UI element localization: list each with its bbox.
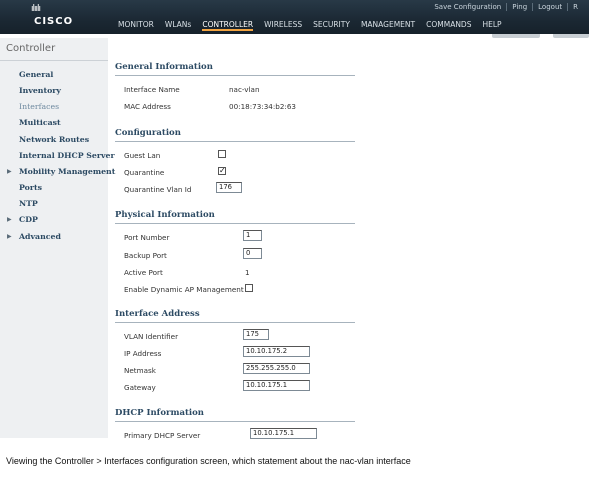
nav-wireless[interactable]: WIRELESS bbox=[264, 20, 302, 31]
backup-port-input[interactable]: 0 bbox=[243, 248, 262, 259]
configuration-heading: Configuration bbox=[115, 128, 181, 138]
logout-link[interactable]: Logout bbox=[532, 3, 567, 11]
sidebar-divider bbox=[0, 60, 108, 61]
sidebar-item-advanced[interactable]: Advanced bbox=[19, 232, 61, 241]
nav-wlans[interactable]: WLANs bbox=[165, 20, 191, 31]
mac-address-value: 00:18:73:34:b2:63 bbox=[229, 102, 296, 111]
expand-arrow-icon[interactable]: ▶ bbox=[7, 233, 12, 240]
nav-commands[interactable]: COMMANDS bbox=[426, 20, 471, 31]
sidebar-item-internal-dhcp-server[interactable]: Internal DHCP Server bbox=[19, 151, 115, 160]
interface-name-value: nac-vlan bbox=[229, 85, 260, 94]
sidebar-item-inventory[interactable]: Inventory bbox=[19, 86, 61, 95]
section-divider bbox=[115, 75, 355, 76]
ip-address-input[interactable]: 10.10.175.2 bbox=[243, 346, 310, 357]
sidebar-item-ntp[interactable]: NTP bbox=[19, 199, 38, 208]
expand-arrow-icon[interactable]: ▶ bbox=[7, 168, 12, 175]
vlan-identifier-label: VLAN Identifier bbox=[124, 332, 179, 341]
primary-dhcp-server-input[interactable]: 10.10.175.1 bbox=[250, 428, 317, 439]
ping-link[interactable]: Ping bbox=[506, 3, 532, 11]
backup-port-label: Backup Port bbox=[124, 251, 167, 260]
gateway-label: Gateway bbox=[124, 383, 156, 392]
mac-address-label: MAC Address bbox=[124, 102, 171, 111]
interface-address-heading: Interface Address bbox=[115, 309, 200, 319]
primary-dhcp-server-label: Primary DHCP Server bbox=[124, 431, 201, 440]
quarantine-checkbox[interactable]: ✓ bbox=[218, 167, 226, 175]
nav-security[interactable]: SECURITY bbox=[313, 20, 350, 31]
guest-lan-label: Guest Lan bbox=[124, 151, 161, 160]
cisco-logo-bars-icon: ılıılı bbox=[31, 4, 41, 14]
nav-help[interactable]: HELP bbox=[482, 20, 501, 31]
gateway-input[interactable]: 10.10.175.1 bbox=[243, 380, 310, 391]
quarantine-vlan-id-input[interactable]: 176 bbox=[216, 182, 242, 193]
sidebar-item-interfaces[interactable]: Interfaces bbox=[19, 102, 59, 111]
dhcp-information-heading: DHCP Information bbox=[115, 408, 204, 418]
active-port-value: 1 bbox=[245, 268, 250, 277]
interface-name-label: Interface Name bbox=[124, 85, 180, 94]
general-information-heading: General Information bbox=[115, 62, 213, 72]
section-divider bbox=[115, 223, 355, 224]
top-header: ılıılı CISCO Save Configuration Ping Log… bbox=[0, 0, 589, 34]
sidebar-item-mobility-management[interactable]: Mobility Management bbox=[19, 167, 115, 176]
sidebar-item-ports[interactable]: Ports bbox=[19, 183, 42, 192]
sidebar-item-cdp[interactable]: CDP bbox=[19, 215, 38, 224]
sidebar-item-multicast[interactable]: Multicast bbox=[19, 118, 61, 127]
port-number-input[interactable]: 1 bbox=[243, 230, 262, 241]
guest-lan-checkbox[interactable] bbox=[218, 150, 226, 158]
header-tab-edge bbox=[553, 34, 589, 38]
section-divider bbox=[115, 421, 355, 422]
physical-information-heading: Physical Information bbox=[115, 210, 215, 220]
sidebar-title: Controller bbox=[6, 43, 56, 54]
nav-monitor[interactable]: MONITOR bbox=[118, 20, 154, 31]
nav-controller[interactable]: CONTROLLER bbox=[202, 20, 254, 31]
top-links: Save Configuration Ping Logout R bbox=[429, 3, 583, 11]
netmask-input[interactable]: 255.255.255.0 bbox=[243, 363, 310, 374]
dynamic-ap-management-checkbox[interactable] bbox=[245, 284, 253, 292]
header-tab-edge bbox=[492, 34, 540, 38]
expand-arrow-icon[interactable]: ▶ bbox=[7, 216, 12, 223]
main-nav: MONITOR WLANs CONTROLLER WIRELESS SECURI… bbox=[118, 20, 513, 31]
vlan-identifier-input[interactable]: 175 bbox=[243, 329, 269, 340]
question-text: Viewing the Controller > Interfaces conf… bbox=[6, 456, 411, 466]
sidebar-item-network-routes[interactable]: Network Routes bbox=[19, 135, 89, 144]
netmask-label: Netmask bbox=[124, 366, 156, 375]
section-divider bbox=[115, 141, 355, 142]
port-number-label: Port Number bbox=[124, 233, 170, 242]
refresh-link[interactable]: R bbox=[567, 3, 583, 11]
save-configuration-link[interactable]: Save Configuration bbox=[429, 3, 506, 11]
section-divider bbox=[115, 322, 355, 323]
sidebar-item-general[interactable]: General bbox=[19, 70, 53, 79]
cisco-logo: CISCO bbox=[34, 16, 74, 27]
quarantine-vlan-id-label: Quarantine Vlan Id bbox=[124, 185, 192, 194]
quarantine-label: Quarantine bbox=[124, 168, 165, 177]
dynamic-ap-management-label: Enable Dynamic AP Management bbox=[124, 285, 244, 294]
active-port-label: Active Port bbox=[124, 268, 163, 277]
nav-management[interactable]: MANAGEMENT bbox=[361, 20, 415, 31]
ip-address-label: IP Address bbox=[124, 349, 162, 358]
